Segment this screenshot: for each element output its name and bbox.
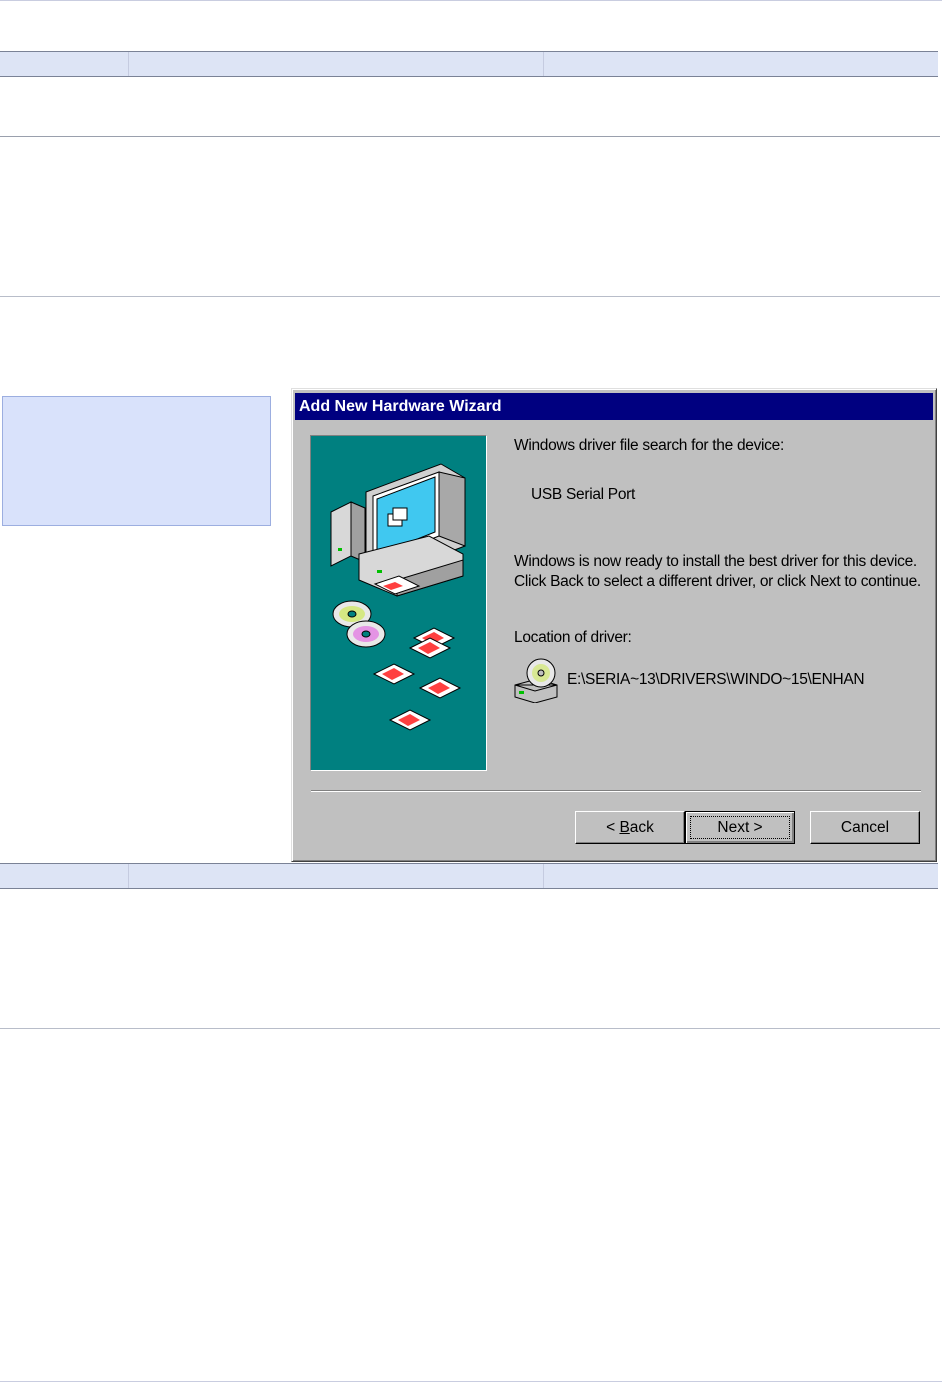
next-button-label: Next > bbox=[717, 819, 763, 836]
top-rule bbox=[0, 0, 942, 1]
back-button-label: < Back bbox=[606, 819, 654, 836]
dialog-title: Add New Hardware Wizard bbox=[299, 398, 502, 415]
bottom-rule bbox=[0, 1381, 942, 1382]
next-button[interactable]: Next > bbox=[685, 811, 795, 844]
driver-search-heading: Windows driver file search for the devic… bbox=[514, 437, 784, 454]
back-button[interactable]: < Back bbox=[575, 811, 685, 844]
add-new-hardware-wizard-dialog: Add New Hardware Wizard Windows driver f… bbox=[291, 388, 937, 862]
cd-drive-icon bbox=[514, 658, 558, 703]
table-header-bar-top bbox=[0, 51, 938, 77]
table-row-divider bbox=[0, 136, 940, 137]
cancel-button-label: Cancel bbox=[840, 819, 890, 836]
dialog-title-bar[interactable]: Add New Hardware Wizard bbox=[295, 393, 933, 420]
dialog-separator bbox=[311, 790, 921, 792]
cancel-button[interactable]: Cancel bbox=[810, 811, 920, 844]
location-label: Location of driver: bbox=[514, 629, 632, 646]
floppy-disk-icon bbox=[372, 627, 462, 731]
table-row-divider bbox=[0, 1028, 940, 1029]
side-note-box bbox=[2, 396, 271, 526]
wizard-illustration-panel bbox=[310, 435, 487, 771]
driver-path: E:\SERIA~13\DRIVERS\WINDO~15\ENHAN bbox=[567, 671, 865, 688]
ready-message: Windows is now ready to install the best… bbox=[514, 553, 921, 590]
device-name: USB Serial Port bbox=[531, 486, 636, 503]
table-header-bar-bottom bbox=[0, 863, 938, 889]
table-row-divider bbox=[0, 296, 940, 297]
